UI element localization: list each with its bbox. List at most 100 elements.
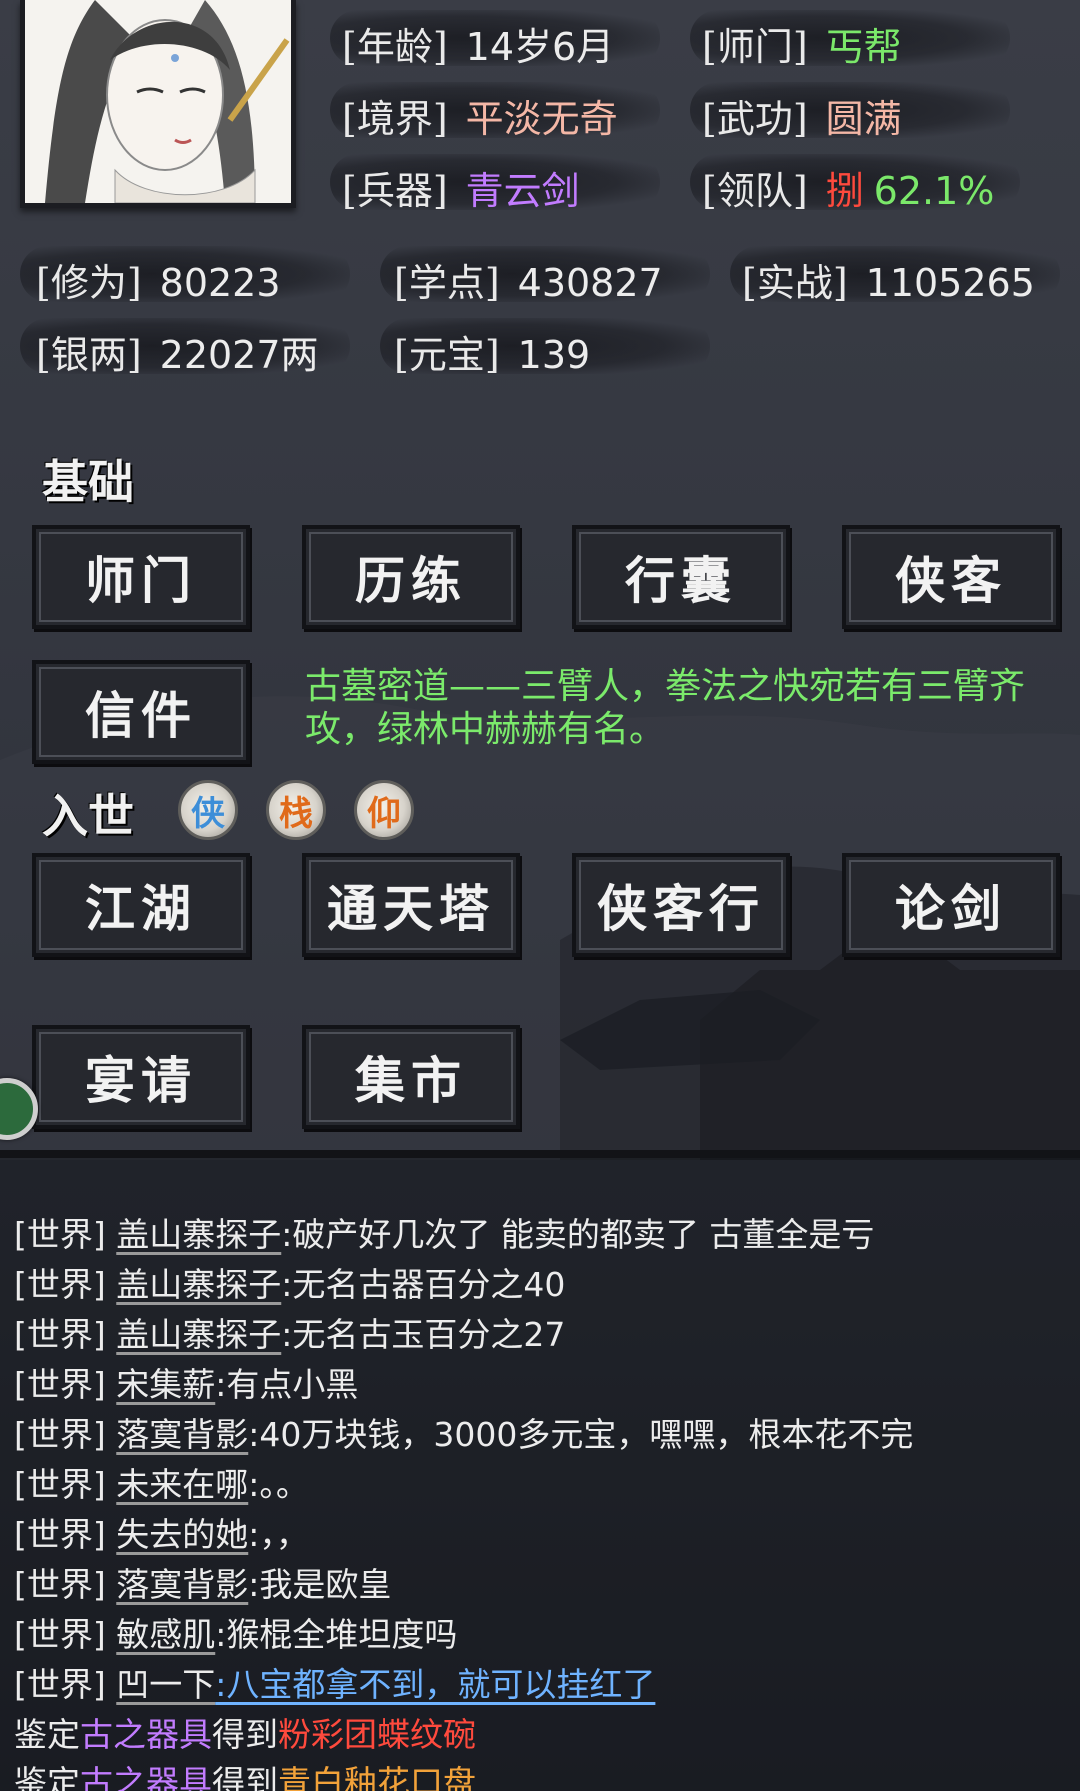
chat-message: [世界] 失去的她:，， xyxy=(14,1508,309,1556)
chat-sender[interactable]: 凹一下 xyxy=(116,1665,215,1704)
chat-channel: [世界] xyxy=(14,1315,106,1354)
ingot-value: 139 xyxy=(517,333,591,377)
character-portrait-image xyxy=(25,0,291,203)
cultivation-label: [修为] xyxy=(36,261,142,305)
ingot-label: [元宝] xyxy=(394,333,500,377)
chat-message: [世界] 落寞背影:我是欧皇 xyxy=(14,1558,391,1606)
chat-text: :，， xyxy=(248,1515,309,1554)
age-label: [年龄] xyxy=(342,25,448,69)
worship-badge-icon[interactable]: 仰 xyxy=(354,780,414,840)
hero-badge-icon[interactable]: 侠 xyxy=(178,780,238,840)
age-attr: [年龄] 14岁6月 xyxy=(342,16,614,71)
chat-channel: [世界] xyxy=(14,1215,106,1254)
world-section-title: 入世 xyxy=(42,789,134,843)
chat-channel: [世界] xyxy=(14,1515,106,1554)
realm-label: [境界] xyxy=(342,97,448,141)
leader-value: 62.1% xyxy=(873,169,995,213)
chat-channel: [世界] xyxy=(14,1465,106,1504)
chat-text: :有点小黑 xyxy=(215,1365,359,1404)
realm-attr: [境界] 平淡无奇 xyxy=(342,88,618,143)
chat-text: :破产好几次了 能卖的都卖了 古董全是亏 xyxy=(281,1215,875,1254)
quest-description: 古墓密道——三臂人，拳法之快宛若有三臂齐攻，绿林中赫赫有名。 xyxy=(305,666,1026,750)
weapon-attr: [兵器] 青云剑 xyxy=(342,160,580,215)
weapon-label: [兵器] xyxy=(342,169,448,213)
sect-attr: [师门] 丐帮 xyxy=(702,16,902,71)
chat-text: :无名古玉百分之27 xyxy=(281,1315,566,1354)
chat-message: [世界] 宋集薪:有点小黑 xyxy=(14,1358,358,1406)
appraisal-message: 鉴定古之器具得到粉彩团蝶纹碗 xyxy=(14,1708,476,1756)
chat-text: :无名古器百分之40 xyxy=(281,1265,566,1304)
chat-message: [世界] 凹一下:八宝都拿不到，就可以挂红了 xyxy=(14,1658,655,1706)
chat-sender[interactable]: 落寞背影 xyxy=(116,1415,248,1454)
chat-text: :猴棍全堆坦度吗 xyxy=(215,1615,458,1654)
chat-channel: [世界] xyxy=(14,1615,106,1654)
appraisal-mid: 得到 xyxy=(212,1763,278,1791)
sect-value: 丐帮 xyxy=(825,25,902,69)
chat-channel: [世界] xyxy=(14,1265,106,1304)
hero-journey-button[interactable]: 侠客行 xyxy=(572,853,790,957)
combat-label: [实战] xyxy=(742,261,848,305)
appraisal-item[interactable]: 古之器具 xyxy=(80,1763,212,1791)
study-stat: [学点] 430827 xyxy=(394,252,663,307)
chat-sender[interactable]: 落寞背影 xyxy=(116,1565,248,1604)
market-button[interactable]: 集市 xyxy=(302,1025,520,1129)
leader-rank-icon: 捌 xyxy=(825,169,864,213)
chat-text: :。。 xyxy=(248,1465,309,1504)
chat-message: [世界] 盖山寨探子:破产好几次了 能卖的都卖了 古董全是亏 xyxy=(14,1208,874,1256)
chat-sender[interactable]: 敏感肌 xyxy=(116,1615,215,1654)
appraisal-result[interactable]: 青白釉花口盘 xyxy=(278,1763,476,1791)
appraisal-message: 鉴定古之器具得到青白釉花口盘 xyxy=(14,1756,476,1791)
ingot-stat: [元宝] 139 xyxy=(394,324,590,379)
inventory-button[interactable]: 行囊 xyxy=(572,525,790,629)
leader-label: [领队] xyxy=(702,169,808,213)
weapon-value: 青云剑 xyxy=(465,169,580,213)
age-value: 14岁6月 xyxy=(465,25,615,69)
chat-sender[interactable]: 盖山寨探子 xyxy=(116,1215,281,1254)
combat-stat: [实战] 1105265 xyxy=(742,252,1035,307)
appraisal-prefix: 鉴定 xyxy=(14,1715,80,1754)
chat-sender[interactable]: 未来在哪 xyxy=(116,1465,248,1504)
basic-section-title: 基础 xyxy=(42,455,134,509)
martial-attr: [武功] 圆满 xyxy=(702,88,902,143)
heroes-button[interactable]: 侠客 xyxy=(842,525,1060,629)
chat-sender[interactable]: 宋集薪 xyxy=(116,1365,215,1404)
study-label: [学点] xyxy=(394,261,500,305)
appraisal-mid: 得到 xyxy=(212,1715,278,1754)
chat-sender[interactable]: 盖山寨探子 xyxy=(116,1315,281,1354)
cultivation-value: 80223 xyxy=(159,261,281,305)
study-value: 430827 xyxy=(517,261,663,305)
chat-text: :40万块钱，3000多元宝，嘿嘿，根本花不完 xyxy=(248,1415,914,1454)
silver-label: [银两] xyxy=(36,333,142,377)
chat-channel: [世界] xyxy=(14,1365,106,1404)
chat-text[interactable]: :八宝都拿不到，就可以挂红了 xyxy=(215,1665,655,1704)
cultivation-stat: [修为] 80223 xyxy=(36,252,281,307)
martial-label: [武功] xyxy=(702,97,808,141)
silver-stat: [银两] 22027两 xyxy=(36,324,319,379)
character-portrait[interactable] xyxy=(20,0,296,208)
chat-channel: [世界] xyxy=(14,1415,106,1454)
jianghu-button[interactable]: 江湖 xyxy=(32,853,250,957)
sect-label: [师门] xyxy=(702,25,808,69)
chat-panel[interactable]: [世界] 盖山寨探子:破产好几次了 能卖的都卖了 古董全是亏 [世界] 盖山寨探… xyxy=(0,1150,1080,1791)
training-button[interactable]: 历练 xyxy=(302,525,520,629)
chat-sender[interactable]: 盖山寨探子 xyxy=(116,1265,281,1304)
mail-button[interactable]: 信件 xyxy=(32,660,250,764)
sect-button[interactable]: 师门 xyxy=(32,525,250,629)
appraisal-prefix: 鉴定 xyxy=(14,1763,80,1791)
banquet-button[interactable]: 宴请 xyxy=(32,1025,250,1129)
chat-message: [世界] 未来在哪:。。 xyxy=(14,1458,309,1506)
chat-channel: [世界] xyxy=(14,1565,106,1604)
combat-value: 1105265 xyxy=(865,261,1035,305)
tower-button[interactable]: 通天塔 xyxy=(302,853,520,957)
chat-message: [世界] 盖山寨探子:无名古玉百分之27 xyxy=(14,1308,565,1356)
silver-value: 22027两 xyxy=(159,333,319,377)
chat-message: [世界] 盖山寨探子:无名古器百分之40 xyxy=(14,1258,565,1306)
inn-badge-icon[interactable]: 栈 xyxy=(266,780,326,840)
realm-value: 平淡无奇 xyxy=(465,97,618,141)
chat-channel: [世界] xyxy=(14,1665,106,1704)
chat-sender[interactable]: 失去的她 xyxy=(116,1515,248,1554)
sword-debate-button[interactable]: 论剑 xyxy=(842,853,1060,957)
appraisal-item[interactable]: 古之器具 xyxy=(80,1715,212,1754)
appraisal-result[interactable]: 粉彩团蝶纹碗 xyxy=(278,1715,476,1754)
chat-text: :我是欧皇 xyxy=(248,1565,392,1604)
